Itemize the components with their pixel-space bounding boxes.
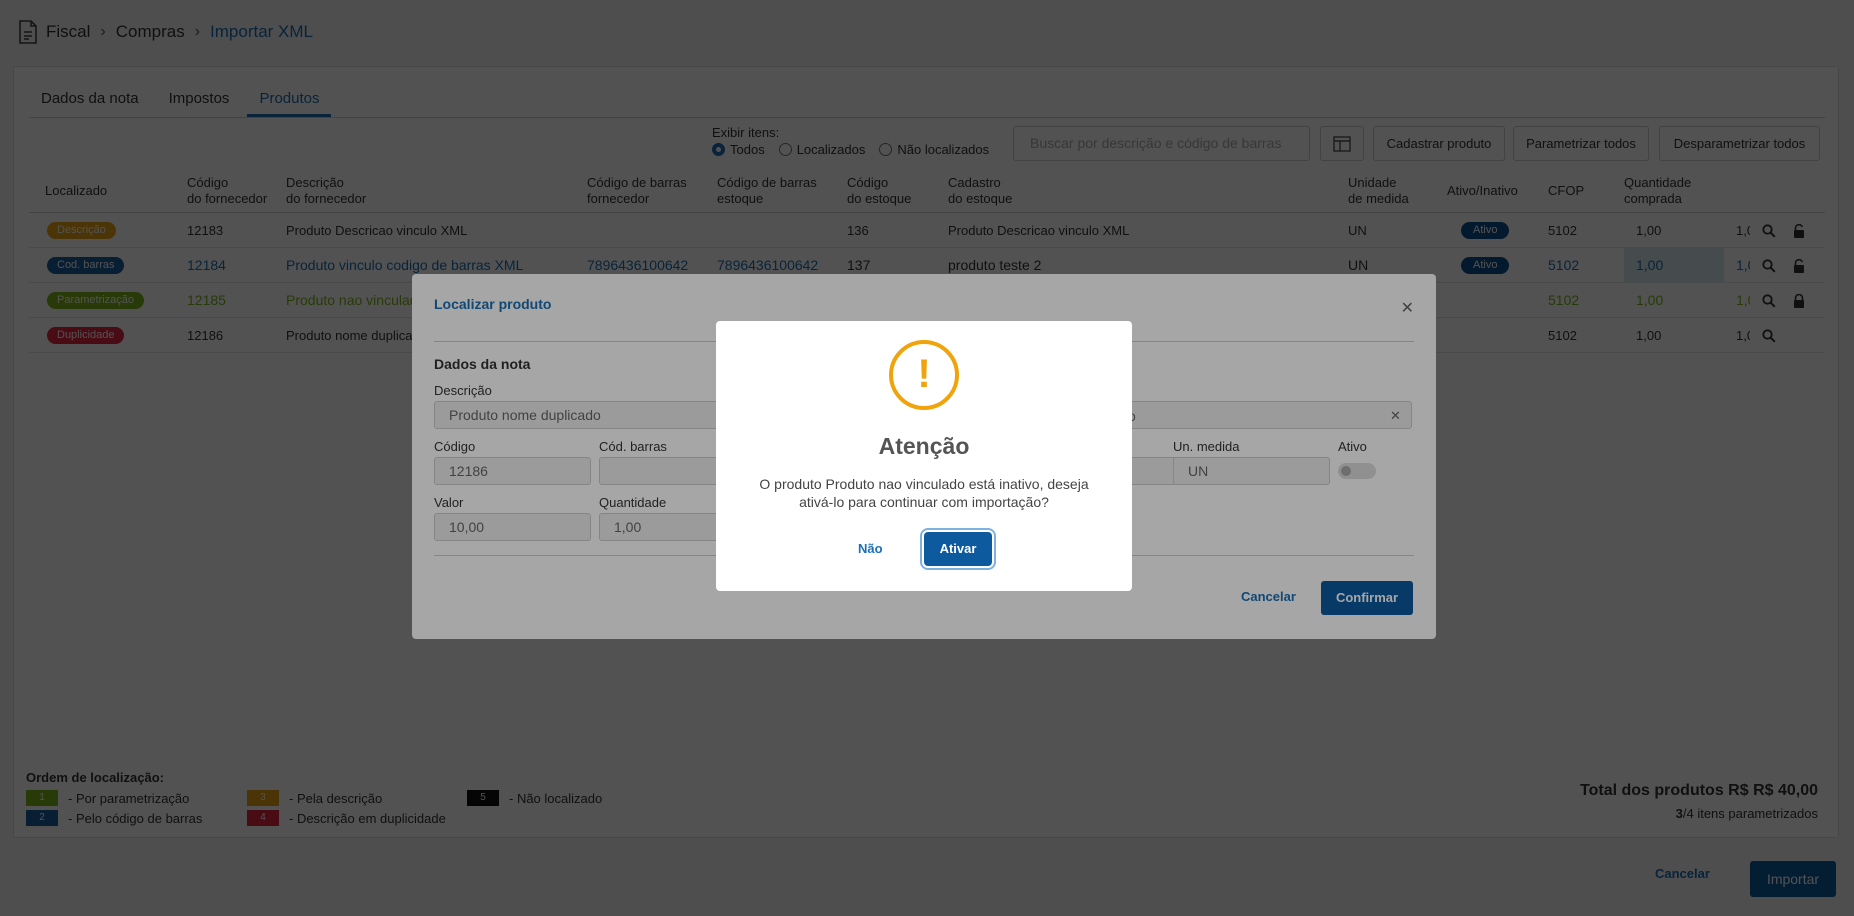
- no-button[interactable]: Não: [858, 541, 883, 556]
- warning-icon: !: [889, 340, 959, 410]
- alert-title: Atenção: [878, 433, 970, 459]
- alert-message: O produto Produto nao vinculado está ina…: [759, 476, 1089, 510]
- ativar-button[interactable]: Ativar: [924, 532, 992, 566]
- alert-dialog: ! Atenção O produto Produto nao vinculad…: [716, 321, 1132, 591]
